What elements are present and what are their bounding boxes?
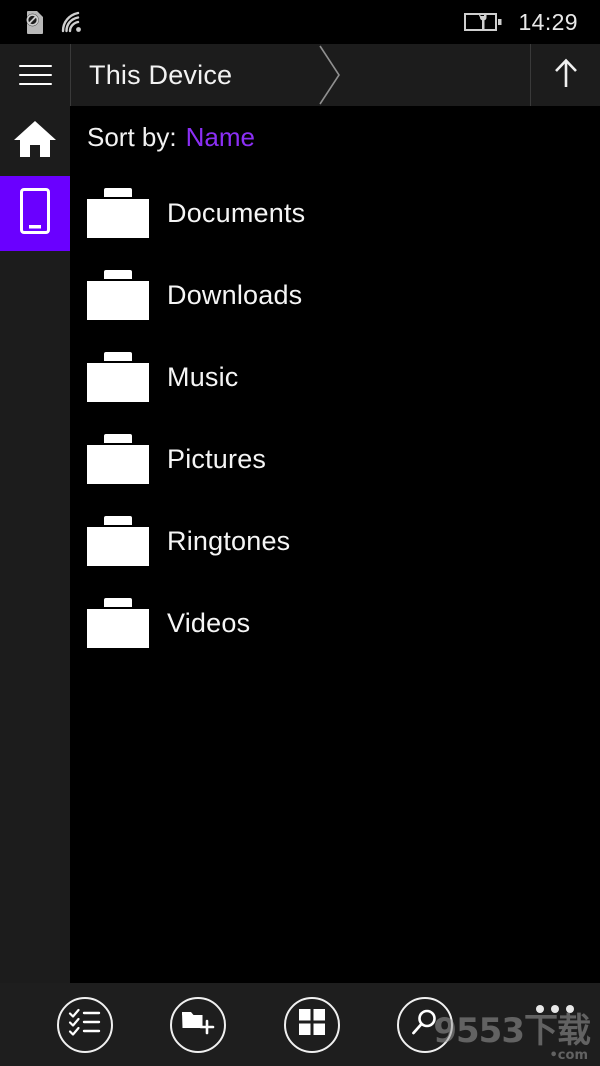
sort-value[interactable]: Name [186, 122, 255, 153]
list-item-label: Videos [167, 607, 251, 638]
battery-charging-icon [464, 11, 504, 33]
ellipsis-icon [551, 1005, 559, 1013]
folder-icon [87, 434, 149, 484]
app-header: This Device [0, 44, 600, 106]
folder-icon [87, 598, 149, 648]
file-list: Documents Downloads Music Pictures Ringt… [70, 168, 600, 664]
checklist-icon [68, 1007, 102, 1042]
navigation-rail [0, 106, 70, 983]
list-item[interactable]: Pictures [70, 418, 600, 500]
watermark-subtext: •com [549, 1048, 589, 1063]
breadcrumb[interactable]: This Device [70, 44, 530, 106]
bottom-app-bar: 9553下载 •com [0, 983, 600, 1066]
grid-view-icon [298, 1008, 326, 1041]
new-folder-button[interactable] [170, 996, 227, 1053]
list-item-label: Pictures [167, 443, 267, 474]
status-bar-right: 14:29 [464, 8, 578, 35]
list-item[interactable]: Music [70, 336, 600, 418]
sidebar-item-this-device[interactable] [0, 176, 70, 251]
folder-icon [87, 516, 149, 566]
no-sim-icon [24, 10, 45, 35]
home-icon [13, 119, 57, 164]
list-item[interactable]: Ringtones [70, 500, 600, 582]
folder-icon [87, 352, 149, 402]
overflow-menu-button[interactable] [536, 1005, 574, 1013]
status-bar: 14:29 [0, 0, 600, 44]
list-item-label: Downloads [167, 279, 303, 310]
phone-screen: 14:29 This Device Sort by: Name Document… [0, 0, 600, 1066]
list-item[interactable]: Documents [70, 172, 600, 254]
navigate-up-button[interactable] [530, 44, 600, 106]
up-arrow-icon [552, 57, 580, 94]
list-item-label: Documents [167, 197, 306, 228]
sort-bar[interactable]: Sort by: Name [70, 106, 600, 168]
folder-icon [87, 188, 149, 238]
folder-icon [87, 270, 149, 320]
sidebar-item-home[interactable] [0, 106, 70, 176]
app-bar-buttons [0, 983, 510, 1066]
ellipsis-icon [536, 1005, 544, 1013]
ellipsis-icon [566, 1005, 574, 1013]
view-mode-button[interactable] [283, 996, 340, 1053]
sort-label: Sort by: [87, 121, 177, 152]
list-item[interactable]: Downloads [70, 254, 600, 336]
search-button[interactable] [396, 996, 453, 1053]
file-browser-content: Sort by: Name Documents Downloads Music … [70, 106, 600, 983]
list-item[interactable]: Videos [70, 582, 600, 664]
folder-add-icon [181, 1007, 215, 1042]
list-item-label: Music [167, 361, 239, 392]
status-clock: 14:29 [518, 8, 578, 35]
status-bar-left [24, 10, 85, 35]
wifi-icon [59, 10, 85, 34]
phone-icon [20, 188, 50, 239]
breadcrumb-current: This Device [89, 59, 233, 90]
hamburger-menu-icon [18, 58, 52, 92]
search-icon [410, 1007, 440, 1042]
select-items-button[interactable] [57, 996, 114, 1053]
list-item-label: Ringtones [167, 525, 291, 556]
chevron-right-icon [315, 44, 345, 106]
hamburger-menu-button[interactable] [0, 44, 70, 106]
